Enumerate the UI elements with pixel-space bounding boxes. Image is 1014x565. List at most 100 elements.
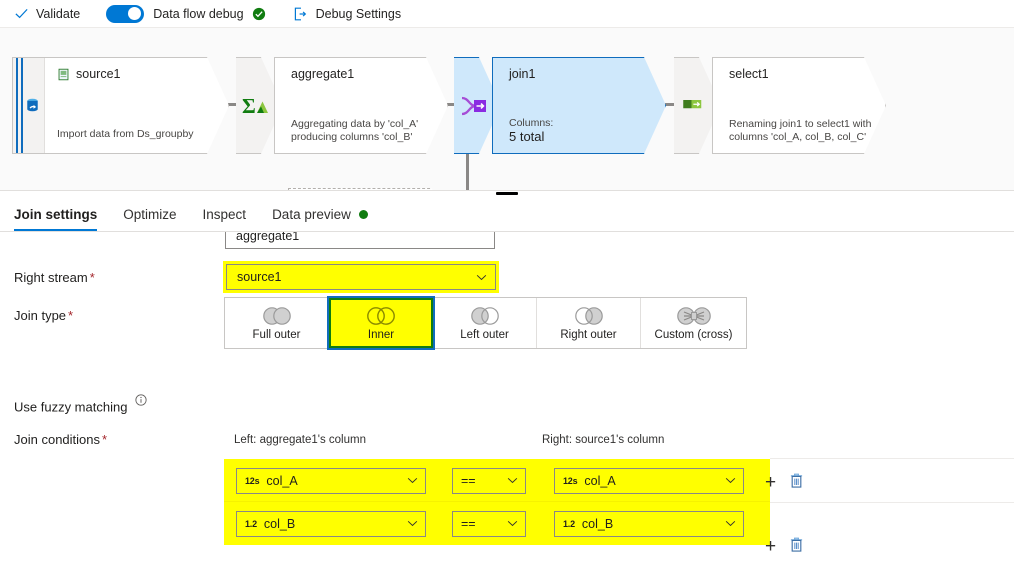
validate-button[interactable]: Validate (14, 0, 80, 27)
add-condition-button-1[interactable]: + (765, 473, 776, 492)
debug-settings-icon (294, 7, 306, 20)
node-accent (13, 58, 45, 153)
dataflow-debug-toggle[interactable] (106, 4, 145, 23)
venn-full-outer-icon (262, 307, 291, 325)
toggle-knob (128, 7, 142, 20)
right-stream-value: source1 (237, 270, 282, 284)
node-name: source1 (76, 67, 121, 81)
fuzzy-matching-row: Use fuzzy matching (14, 390, 147, 414)
join-type-label: Join type * (14, 304, 73, 323)
join-type-row: Join type * (14, 304, 73, 323)
left-column-select-1[interactable]: 12s col_A (236, 467, 426, 494)
chevron-down-icon (407, 477, 418, 484)
tab-label: Data preview (272, 207, 351, 222)
right-type-badge-1: 12s (563, 475, 578, 486)
tab-label: Optimize (123, 207, 177, 222)
chevron-down-icon (725, 477, 736, 484)
aggregate-sigma-icon: Σ (242, 94, 268, 118)
node-subtitle: Aggregating data by 'col_A' producing co… (291, 118, 419, 143)
checkmark-icon (15, 8, 28, 19)
venn-cross-icon (676, 307, 711, 325)
connector-join1-down (466, 152, 469, 190)
join-type-option-right-outer[interactable]: Right outer (537, 298, 641, 348)
required-marker: * (89, 270, 95, 285)
chevron-down-icon (476, 274, 487, 280)
right-column-value-1: col_A (584, 473, 616, 488)
tab-inspect[interactable]: Inspect (203, 198, 247, 231)
delete-condition-button-1[interactable] (789, 472, 804, 489)
operator-select-1[interactable]: == (452, 467, 526, 494)
node-shape: select1 Renaming join1 to select1 with c… (712, 57, 886, 154)
tab-data-preview[interactable]: Data preview (272, 198, 368, 231)
data-flow-canvas[interactable]: source1 Import data from Ds_groupby + Σ … (0, 28, 1014, 191)
green-check-circle-icon (252, 7, 265, 20)
canvas-node-aggregate1[interactable]: aggregate1 Aggregating data by 'col_A' p… (274, 57, 446, 152)
node-shape: aggregate1 Aggregating data by 'col_A' p… (274, 57, 448, 154)
left-type-badge-1: 12s (245, 475, 260, 486)
required-marker: * (68, 308, 74, 323)
canvas-node-join1[interactable]: join1 Columns: 5 total + (492, 57, 664, 152)
operator-select-2[interactable]: == (452, 510, 526, 537)
canvas-node-source1[interactable]: source1 Import data from Ds_groupby + (12, 57, 227, 152)
debug-settings-button[interactable]: Debug Settings (292, 0, 401, 27)
label-text: Use fuzzy matching (14, 399, 128, 415)
option-label: Custom (cross) (654, 329, 733, 341)
add-condition-button-2[interactable]: + (765, 537, 776, 556)
join-type-option-left-outer[interactable]: Left outer (433, 298, 537, 348)
right-column-select-1[interactable]: 12s col_A (554, 467, 744, 494)
right-stream-select[interactable]: source1 (223, 261, 499, 293)
command-bar: Validate Data flow debug Debug Settings (0, 0, 1014, 28)
dataset-file-icon (57, 68, 70, 81)
node-subtitle: Columns: 5 total (509, 117, 553, 143)
info-icon[interactable] (135, 394, 147, 406)
delete-condition-button-2[interactable] (789, 536, 804, 553)
join-type-option-full-outer[interactable]: Full outer (225, 298, 329, 348)
node-subtitle: Import data from Ds_groupby (57, 128, 194, 140)
add-node-after-join1-button[interactable]: + (651, 137, 660, 149)
add-node-after-select1-button[interactable]: + (871, 137, 880, 149)
right-stream-label: Right stream * (14, 266, 95, 285)
join-conditions-row: Join conditions * (14, 428, 107, 447)
node-body: source1 Import data from Ds_groupby (44, 58, 228, 153)
add-node-after-source1-button[interactable]: + (214, 137, 223, 149)
canvas-node-select1[interactable]: select1 Renaming join1 to select1 with c… (712, 57, 884, 152)
option-label: Left outer (460, 329, 509, 341)
node-body: join1 Columns: 5 total (493, 58, 665, 153)
splitter-drag-handle[interactable] (496, 192, 518, 195)
join-type-option-custom-cross[interactable]: Custom (cross) (641, 298, 746, 348)
select-icon (683, 99, 702, 108)
node-subtitle: Renaming join1 to select1 with columns '… (729, 118, 872, 143)
option-label: Right outer (560, 329, 617, 341)
settings-tab-bar: Join settings Optimize Inspect Data prev… (0, 198, 1014, 232)
dataflow-debug-label: Data flow debug (153, 6, 244, 21)
node-name: select1 (729, 67, 769, 81)
panel-splitter[interactable] (0, 191, 1014, 198)
fuzzy-matching-label: Use fuzzy matching (14, 390, 147, 414)
source-dataset-icon (23, 96, 42, 115)
join-condition-row-1: 12s col_A == 12s col_A (224, 459, 770, 502)
left-column-value-2: col_B (263, 516, 296, 531)
right-column-select-2[interactable]: 1.2 col_B (554, 510, 744, 537)
node-name: aggregate1 (291, 67, 355, 81)
venn-left-outer-icon (470, 307, 499, 325)
tab-label: Join settings (14, 207, 98, 222)
left-stream-select[interactable]: aggregate1 (225, 232, 495, 249)
join-type-option-inner[interactable]: Inner (327, 296, 435, 350)
left-column-select-2[interactable]: 1.2 col_B (236, 510, 426, 537)
chevron-down-icon (725, 520, 736, 527)
chevron-down-icon (407, 520, 418, 527)
label-text: Join type (14, 308, 67, 323)
tab-join-settings[interactable]: Join settings (14, 198, 98, 231)
columns-value: 5 total (509, 129, 545, 144)
add-node-after-aggregate1-button[interactable]: + (433, 137, 442, 149)
tab-optimize[interactable]: Optimize (123, 198, 176, 231)
node-shape: join1 Columns: 5 total + (492, 57, 666, 154)
node-title-row: select1 (729, 67, 873, 81)
node-title-row: source1 (57, 67, 216, 81)
right-stream-row: Right stream * (14, 266, 95, 285)
option-label: Inner (367, 329, 395, 341)
left-stream-dropdown[interactable]: aggregate1 (225, 232, 495, 249)
join-condition-row-2: 1.2 col_B == 1.2 col_B (224, 502, 770, 545)
venn-right-outer-icon (574, 307, 603, 325)
label-text: Right stream (14, 270, 88, 285)
